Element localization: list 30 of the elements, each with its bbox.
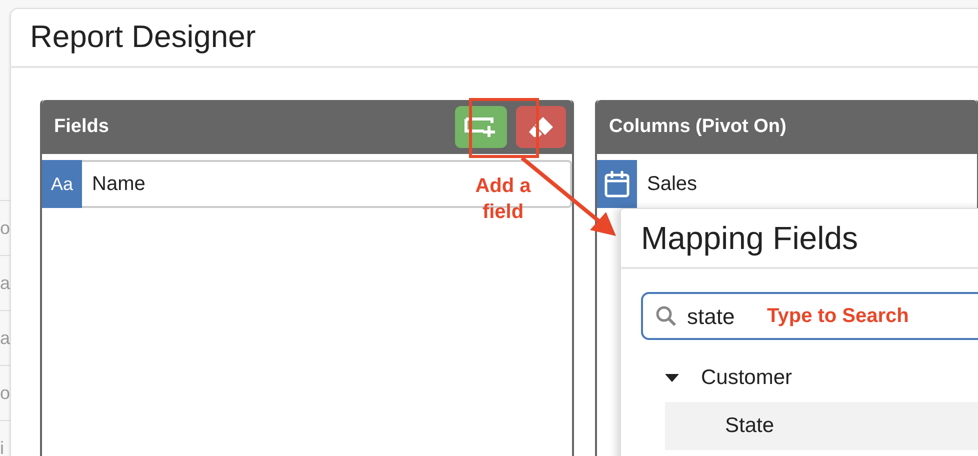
field-item[interactable]: Aa Name [42, 160, 452, 208]
list-item-text: i [0, 438, 4, 456]
caret-down-icon [665, 374, 679, 382]
search-text: state [687, 302, 736, 330]
list-item-text: a [0, 273, 10, 293]
dialog-title: Report Designer [30, 18, 256, 56]
list-item-text: a [0, 328, 10, 348]
list-item-text: o [0, 383, 10, 403]
list-item-text: o [0, 218, 10, 238]
popup-title: Mapping Fields [641, 219, 858, 258]
field-label: Sales [647, 172, 698, 197]
search-icon [655, 305, 677, 327]
annotation-box [469, 98, 539, 158]
clear-button[interactable] [516, 106, 566, 148]
annotation-label: Type to Search [767, 304, 909, 329]
eraser-icon [527, 115, 555, 139]
panel-title: Fields [54, 114, 109, 139]
calendar-icon [604, 170, 630, 198]
field-label: Name [92, 172, 146, 197]
add-field-button[interactable] [455, 106, 507, 148]
tree-label: Customer [701, 365, 792, 392]
search-field[interactable]: state Type to Search [641, 292, 978, 340]
annotation-label: Add a field [474, 174, 532, 225]
tree-item[interactable]: State [665, 402, 978, 450]
field-item[interactable]: Sales [597, 160, 977, 208]
add-field-icon [464, 116, 498, 138]
tree-label: State [725, 413, 774, 440]
type-icon: Aa [50, 170, 74, 198]
tree-item[interactable]: Customer [665, 354, 978, 402]
panel-title: Columns (Pivot On) [609, 114, 786, 139]
